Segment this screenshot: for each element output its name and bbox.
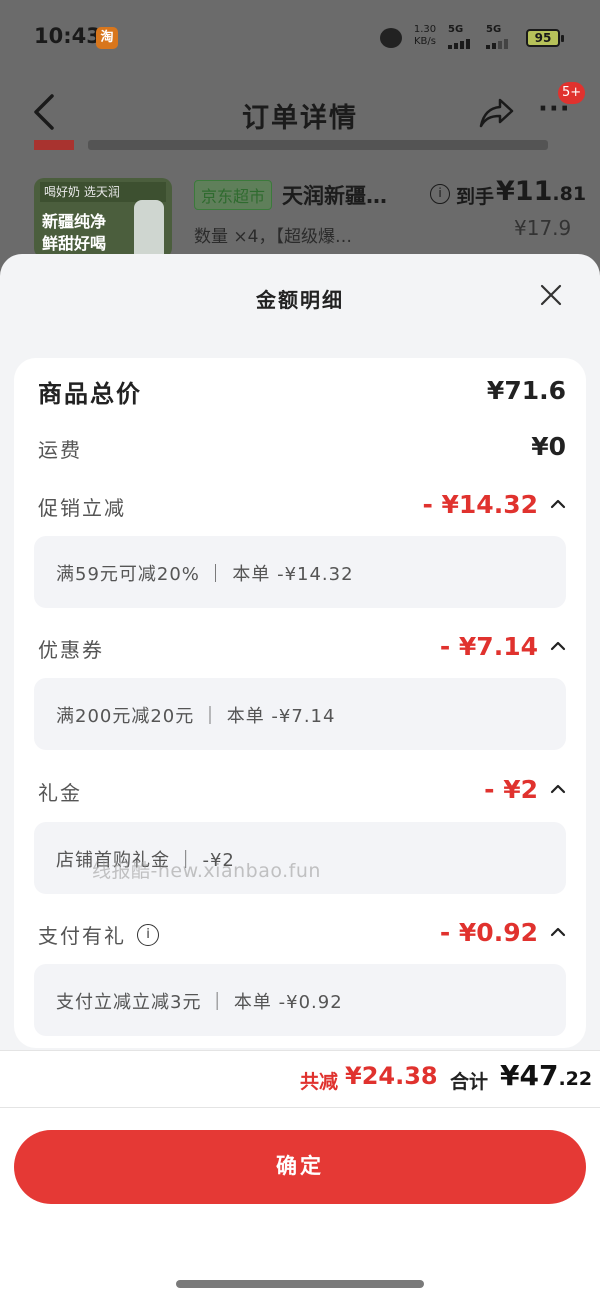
promo-detail-box: 满59元可减20% ｜ 本单 -¥14.32 — [34, 536, 566, 608]
status-time: 10:43 — [34, 24, 101, 48]
share-icon[interactable] — [478, 94, 516, 130]
close-icon[interactable] — [536, 280, 566, 310]
gift-label: 礼金 — [38, 781, 82, 805]
arrive-price-decimal: .81 — [552, 183, 587, 205]
pay-gift-detail-box: 支付立减立减3元 ｜ 本单 -¥0.92 — [34, 964, 566, 1036]
chevron-up-icon[interactable] — [548, 494, 568, 514]
chevron-up-icon[interactable] — [548, 636, 568, 656]
product-image-line2: 鲜甜好喝 — [42, 234, 107, 253]
nav-bar: 订单详情 ··· 5+ — [0, 76, 600, 146]
battery-icon: 95 — [526, 29, 564, 47]
shipping-value: ¥0 — [531, 432, 566, 461]
promo-value: - ¥14.32 — [422, 490, 538, 519]
product-name: 天润新疆… — [282, 184, 387, 208]
arrive-price-main: ¥11 — [496, 176, 553, 207]
total-price-label: 商品总价 — [38, 380, 142, 408]
promo-label: 促销立减 — [38, 496, 126, 520]
summary-bar: 共减 ¥24.38 合计 ¥47.22 — [0, 1050, 600, 1108]
shipping-row: 运费 ¥0 — [14, 428, 586, 468]
store-tag-shape — [34, 140, 74, 150]
sheet-title: 金额明细 — [256, 288, 344, 312]
gift-value: - ¥2 — [484, 775, 538, 804]
original-price: ¥17.9 — [514, 216, 572, 240]
notification-icon — [380, 28, 402, 48]
watermark: 线报酷-new.xianbao.fun — [92, 860, 321, 882]
coupon-row[interactable]: 优惠券 - ¥7.14 — [14, 628, 586, 668]
shipping-label: 运费 — [38, 438, 82, 462]
total-price-row: 商品总价 ¥71.6 — [14, 372, 586, 412]
sum-value: ¥47.22 — [500, 1059, 592, 1092]
signal-1-label: 5G — [448, 24, 464, 35]
info-icon[interactable]: i — [430, 184, 450, 204]
home-indicator[interactable] — [176, 1280, 424, 1288]
sum-value-decimal: .22 — [558, 1068, 593, 1090]
coupon-detail-box: 满200元减20元 ｜ 本单 -¥7.14 — [34, 678, 566, 750]
arrive-price: ¥11.81 — [496, 176, 586, 207]
product-image: 喝好奶 选天润 新疆纯净 鲜甜好喝 — [34, 178, 172, 258]
store-name-shape — [88, 140, 548, 150]
pay-gift-label: 支付有礼 — [38, 924, 126, 948]
total-reduce-value: ¥24.38 — [345, 1062, 438, 1090]
promo-detail: 满59元可减20% ｜ 本单 -¥14.32 — [56, 564, 354, 585]
status-bar: 10:43 淘 1.30 KB/s 5G 5G 95 — [0, 0, 600, 76]
sum-label: 合计 — [450, 1071, 489, 1093]
store-tag: 京东超市 — [194, 180, 273, 210]
coupon-detail: 满200元减20元 ｜ 本单 -¥7.14 — [56, 706, 336, 727]
info-icon[interactable]: i — [137, 924, 159, 946]
gift-row[interactable]: 礼金 - ¥2 — [14, 771, 586, 811]
signal-1-icon: 5G — [448, 24, 480, 49]
network-speed-value: 1.30 — [413, 24, 437, 35]
amount-detail-sheet: 金额明细 商品总价 ¥71.6 运费 ¥0 促销立减 - ¥14.32 满59元… — [0, 254, 600, 1302]
product-image-line1: 新疆纯净 — [42, 212, 107, 231]
bottom-action-area: 确定 — [0, 1108, 600, 1302]
notification-badge: 5+ — [558, 82, 586, 104]
coupon-value: - ¥7.14 — [439, 632, 538, 661]
chevron-up-icon[interactable] — [548, 779, 568, 799]
signal-2-icon: 5G — [486, 24, 518, 49]
store-header-strip — [30, 140, 550, 154]
coupon-label: 优惠券 — [38, 638, 104, 662]
confirm-button[interactable]: 确定 — [14, 1130, 586, 1204]
signal-2-label: 5G — [486, 24, 502, 35]
pay-gift-value: - ¥0.92 — [439, 918, 538, 947]
amount-detail-card: 商品总价 ¥71.6 运费 ¥0 促销立减 - ¥14.32 满59元可减20%… — [14, 358, 586, 1048]
product-item[interactable]: 喝好奶 选天润 新疆纯净 鲜甜好喝 京东超市 天润新疆… i 到手 ¥11.81… — [34, 176, 586, 258]
total-price-value: ¥71.6 — [486, 376, 566, 405]
promo-row[interactable]: 促销立减 - ¥14.32 — [14, 486, 586, 526]
pay-gift-row[interactable]: 支付有礼 i - ¥0.92 — [14, 914, 586, 954]
milk-bottle-image — [134, 200, 164, 258]
product-quantity[interactable]: 数量 ×4，【超级爆… — [194, 222, 352, 247]
product-image-slogan: 喝好奶 选天润 — [40, 182, 166, 202]
sum-value-main: ¥47 — [500, 1059, 559, 1092]
network-speed-unit: KB/s — [414, 36, 436, 47]
taobao-app-icon: 淘 — [96, 27, 118, 49]
chevron-up-icon[interactable] — [548, 922, 568, 942]
total-reduce-label: 共减 — [300, 1071, 339, 1093]
pay-gift-detail: 支付立减立减3元 ｜ 本单 -¥0.92 — [56, 992, 343, 1013]
network-speed: 1.30 KB/s — [410, 24, 440, 48]
arrive-price-label: 到手 — [456, 186, 495, 208]
